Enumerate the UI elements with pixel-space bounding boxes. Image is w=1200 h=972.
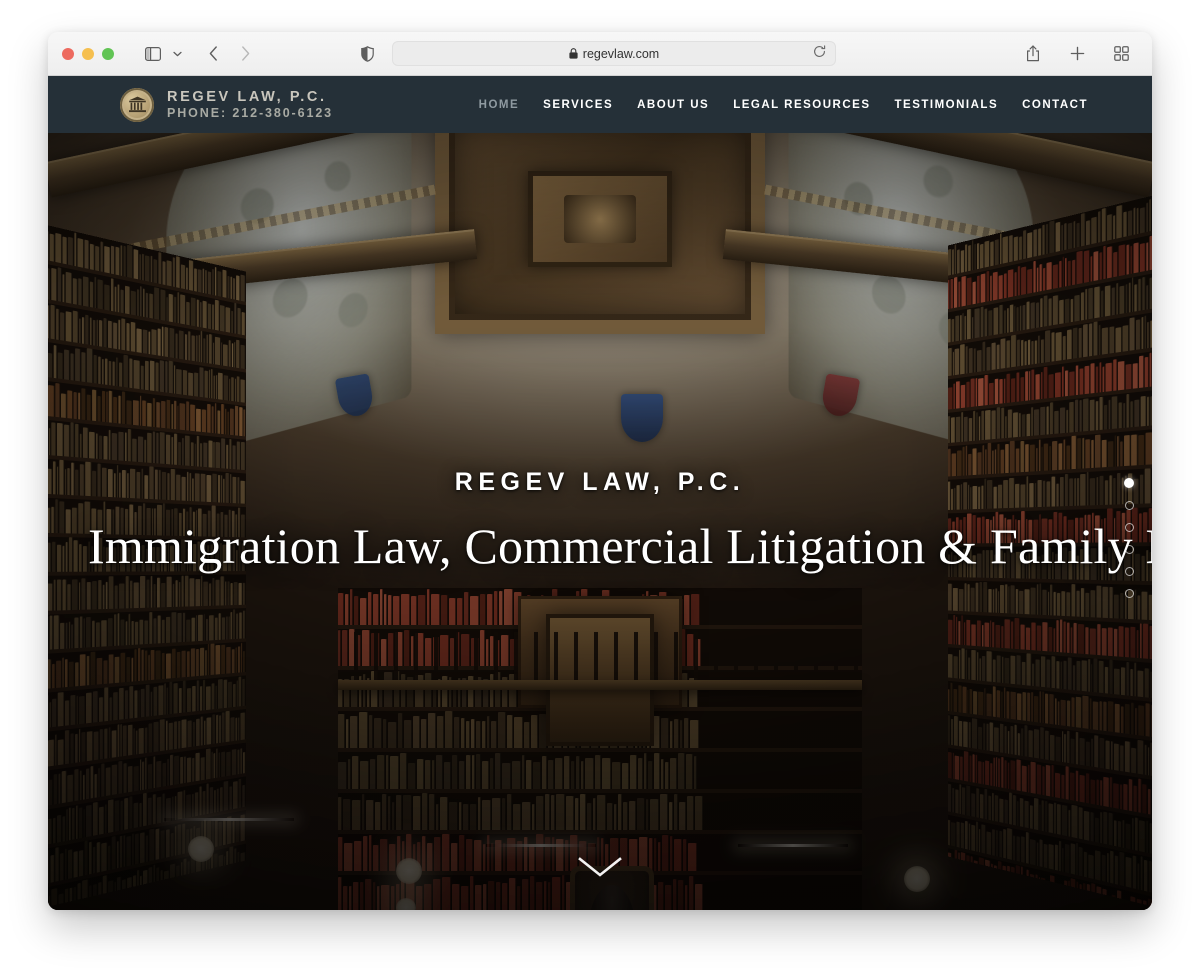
chevron-down-icon[interactable] — [168, 41, 186, 67]
site-navigation: HOME SERVICES ABOUT US LEGAL RESOURCES TESTI… — [479, 99, 1088, 111]
slider-dot-4[interactable] — [1124, 545, 1134, 554]
strip-light — [486, 844, 596, 847]
bookshelf-row — [338, 793, 862, 834]
hero-copy: REGEV LAW, P.C. Immigration Law, Commerc… — [48, 468, 1152, 575]
zoom-window-button[interactable] — [102, 47, 114, 60]
tab-grid-icon[interactable] — [1108, 41, 1134, 67]
forward-arrow-icon[interactable] — [232, 41, 258, 67]
slider-dot-1[interactable] — [1124, 478, 1134, 488]
brand-phone: PHONE: 212-380-6123 — [167, 105, 334, 120]
globe-lamp — [188, 836, 214, 862]
plus-icon[interactable] — [1064, 41, 1090, 67]
sidebar-icon[interactable] — [140, 41, 166, 67]
page-viewport: REGEV LAW, P.C. PHONE: 212-380-6123 HOME… — [48, 76, 1152, 910]
globe-lamp — [396, 858, 422, 884]
nav-link-about-us[interactable]: ABOUT US — [637, 99, 709, 111]
share-icon[interactable] — [1020, 41, 1046, 67]
chevron-down-icon[interactable] — [578, 857, 622, 882]
close-window-button[interactable] — [62, 47, 74, 60]
url-bar[interactable]: regevlaw.com — [392, 41, 836, 66]
heraldic-crest — [621, 394, 663, 442]
site-header: REGEV LAW, P.C. PHONE: 212-380-6123 HOME… — [48, 76, 1152, 133]
brand-name: REGEV LAW, P.C. — [167, 88, 327, 105]
bust-statue — [589, 885, 635, 910]
toolbar-right-actions — [1020, 41, 1138, 67]
window-controls — [62, 47, 114, 60]
nav-link-testimonials[interactable]: TESTIMONIALS — [895, 99, 999, 111]
slider-dot-2[interactable] — [1124, 501, 1134, 510]
back-arrow-icon[interactable] — [200, 41, 226, 67]
hero-eyebrow: REGEV LAW, P.C. — [454, 468, 746, 496]
strip-light — [738, 844, 848, 847]
courthouse-icon — [120, 87, 154, 122]
url-display: regevlaw.com — [569, 47, 659, 61]
globe-lamp — [904, 866, 930, 892]
balcony-balusters — [338, 632, 862, 682]
nav-link-services[interactable]: SERVICES — [543, 99, 613, 111]
nav-link-contact[interactable]: CONTACT — [1022, 99, 1088, 111]
bookshelf-row — [338, 752, 862, 793]
lock-icon — [569, 48, 578, 59]
url-text: regevlaw.com — [582, 46, 660, 61]
strip-light — [164, 818, 294, 821]
browser-toolbar: regevlaw.com — [48, 32, 1152, 76]
nav-link-legal-resources[interactable]: LEGAL RESOURCES — [733, 99, 870, 111]
slider-dot-6[interactable] — [1124, 589, 1134, 598]
reload-icon[interactable] — [813, 44, 826, 63]
balcony-rail — [338, 680, 862, 690]
slider-dot-5[interactable] — [1124, 567, 1134, 576]
hero-title: Immigration Law, Commercial Litigation &… — [88, 518, 1152, 574]
minimize-window-button[interactable] — [82, 47, 94, 60]
slider-dot-3[interactable] — [1124, 523, 1134, 532]
browser-window: regevlaw.com REGEV LAW, P.C. PHONE: 212-… — [48, 32, 1152, 910]
slider-pagination — [1124, 478, 1134, 598]
nav-link-home[interactable]: HOME — [479, 99, 520, 111]
privacy-shield-icon[interactable] — [354, 41, 380, 67]
brand-block[interactable]: REGEV LAW, P.C. PHONE: 212-380-6123 — [120, 87, 334, 122]
